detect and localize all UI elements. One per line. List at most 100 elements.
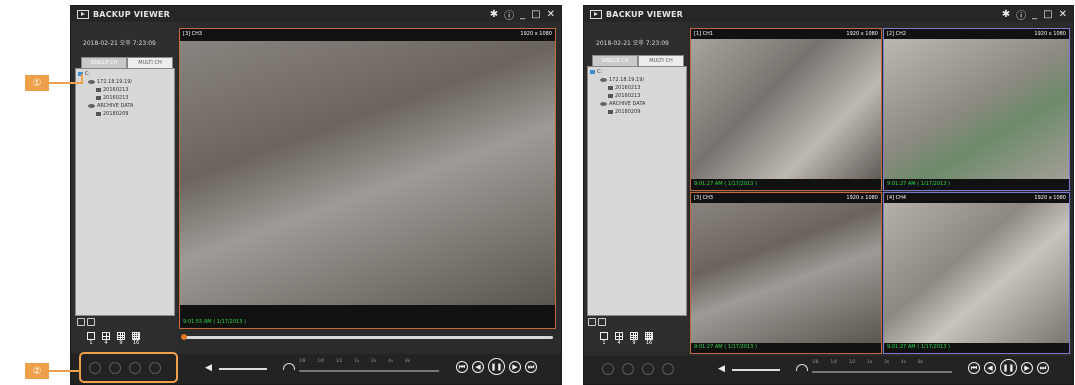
layout-9-button[interactable]: 9 xyxy=(630,332,638,346)
control-bar: ◀ 1/8 1/4 1/2 1x 2x 4x 8x ⏮ ◀ ❚❚ ▶ ⏭ xyxy=(584,356,1073,384)
tree-node-drive[interactable]: C: xyxy=(590,69,602,75)
refresh-icon[interactable] xyxy=(598,318,606,326)
callout-1: ① xyxy=(25,75,49,91)
layout-9-button[interactable]: 9 xyxy=(117,332,125,346)
app-icon xyxy=(77,9,89,19)
volume-icon[interactable]: ◀ xyxy=(718,364,725,374)
timestamp: 9:01:55 AM ( 1/17/2013 ) xyxy=(183,319,246,325)
tree-node-date[interactable]: 20180209 xyxy=(96,111,128,117)
minimize-button[interactable]: _ xyxy=(1032,9,1037,20)
speed-slider[interactable] xyxy=(812,371,952,373)
search-button[interactable] xyxy=(662,363,674,375)
channel-label: [1] CH1 xyxy=(694,31,714,37)
window-title: BACKUP VIEWER xyxy=(606,9,684,19)
archive-icon xyxy=(88,104,95,108)
volume-icon[interactable]: ◀ xyxy=(205,363,212,373)
info-icon[interactable]: ⓘ xyxy=(1016,7,1026,22)
callout-2-highlight xyxy=(79,352,178,383)
tree-node-archive[interactable]: ARCHIVE DATA xyxy=(88,103,133,109)
print-button[interactable] xyxy=(642,363,654,375)
layout-4-icon xyxy=(615,332,623,340)
maximize-button[interactable]: □ xyxy=(1043,9,1052,20)
layout-4-button[interactable]: 4 xyxy=(102,332,110,346)
video-view-ch3[interactable]: [3] CH3 1920 x 1080 9:01:55 AM ( 1/17/20… xyxy=(179,28,556,329)
layout-4-button[interactable]: 4 xyxy=(615,332,623,346)
maximize-button[interactable]: □ xyxy=(531,9,540,20)
date-time: 2018-02-21 오후 7:23:09 xyxy=(83,40,156,47)
tree-node-date[interactable]: 20180209 xyxy=(608,109,640,115)
callout-1-leader-vertical xyxy=(81,74,83,84)
rewind-button[interactable]: ◀ xyxy=(472,361,484,373)
close-button[interactable]: ✕ xyxy=(547,9,555,20)
last-frame-button[interactable]: ⏭ xyxy=(1037,362,1049,374)
layout-1-button[interactable]: 1 xyxy=(600,332,608,346)
first-frame-button[interactable]: ⏮ xyxy=(456,361,468,373)
calendar-icon xyxy=(608,110,613,114)
channel-label: [3] CH3 xyxy=(694,195,714,201)
close-button[interactable]: ✕ xyxy=(1059,9,1067,20)
network-icon xyxy=(600,78,607,82)
file-tree[interactable]: C: 172.18.19.19/ 20160213 20160213 ARCHI… xyxy=(587,66,687,316)
tree-node-date[interactable]: 20160213 xyxy=(608,93,640,99)
zoom-icon[interactable] xyxy=(588,318,596,326)
layout-16-icon xyxy=(645,332,653,340)
video-view-ch3[interactable]: [3] CH3 1920 x 1080 9:01:27 AM ( 1/17/20… xyxy=(690,192,882,354)
sidebar: 2018-02-21 오후 7:23:09 SINGLE CH MULTI CH… xyxy=(584,22,688,352)
video-view-ch2[interactable]: [2] CH2 1920 x 1080 9:01:27 AM ( 1/17/20… xyxy=(883,28,1070,191)
app-icon xyxy=(590,9,602,19)
tree-node-ip[interactable]: 172.18.19.19/ xyxy=(600,77,644,83)
resolution-label: 1920 x 1080 xyxy=(1034,31,1066,37)
folder-icon xyxy=(590,70,595,74)
callout-1-leader xyxy=(49,82,82,84)
resolution-label: 1920 x 1080 xyxy=(846,195,878,201)
tree-node-drive[interactable]: C: xyxy=(78,71,90,77)
pause-button[interactable]: ❚❚ xyxy=(488,358,505,375)
speed-slider[interactable] xyxy=(299,370,439,372)
zoom-icon[interactable] xyxy=(77,318,85,326)
video-view-ch1[interactable]: [1] CH1 1920 x 1080 9:01:27 AM ( 1/17/20… xyxy=(690,28,882,191)
last-frame-button[interactable]: ⏭ xyxy=(525,361,537,373)
play-button[interactable]: ▶ xyxy=(1021,362,1033,374)
timestamp: 9:01:27 AM ( 1/17/2013 ) xyxy=(887,181,950,187)
info-icon[interactable]: ⓘ xyxy=(504,7,514,22)
channel-label: [2] CH2 xyxy=(887,31,907,37)
refresh-icon[interactable] xyxy=(87,318,95,326)
settings-gear-icon[interactable]: ✱ xyxy=(1002,9,1010,20)
timestamp: 9:01:27 AM ( 1/17/2013 ) xyxy=(887,344,950,350)
pause-button[interactable]: ❚❚ xyxy=(1000,359,1017,376)
layout-16-button[interactable]: 16 xyxy=(132,332,140,346)
rewind-button[interactable]: ◀ xyxy=(984,362,996,374)
layout-1-button[interactable]: 1 xyxy=(87,332,95,346)
speed-scale[interactable]: 1/8 1/4 1/2 1x 2x 4x 8x xyxy=(299,358,410,363)
sidebar: 2018-02-21 오후 7:23:09 SINGLE CH MULTI CH… xyxy=(71,22,177,352)
snapshot-button[interactable] xyxy=(602,363,614,375)
video-frame xyxy=(180,41,555,305)
video-frame xyxy=(884,203,1069,343)
layout-1-icon xyxy=(87,332,95,340)
first-frame-button[interactable]: ⏮ xyxy=(968,362,980,374)
tree-node-archive[interactable]: ARCHIVE DATA xyxy=(600,101,645,107)
tree-node-date[interactable]: 20160213 xyxy=(96,87,128,93)
volume-slider[interactable] xyxy=(732,369,780,371)
layout-1-icon xyxy=(600,332,608,340)
layout-9-icon xyxy=(630,332,638,340)
export-button[interactable] xyxy=(622,363,634,375)
window-title: BACKUP VIEWER xyxy=(93,9,171,19)
settings-gear-icon[interactable]: ✱ xyxy=(490,9,498,20)
tree-node-ip[interactable]: 172.18.19.19/ xyxy=(88,79,132,85)
timestamp: 9:01:27 AM ( 1/17/2013 ) xyxy=(694,181,757,187)
tree-node-date[interactable]: 20160213 xyxy=(608,85,640,91)
seek-bar[interactable] xyxy=(181,334,553,340)
resolution-label: 1920 x 1080 xyxy=(1034,195,1066,201)
calendar-icon xyxy=(96,112,101,116)
play-button[interactable]: ▶ xyxy=(509,361,521,373)
speed-scale[interactable]: 1/8 1/4 1/2 1x 2x 4x 8x xyxy=(812,359,923,364)
minimize-button[interactable]: _ xyxy=(520,9,525,20)
layout-16-button[interactable]: 16 xyxy=(645,332,653,346)
file-tree[interactable]: C: 172.18.19.19/ 20160213 20160213 ARCHI… xyxy=(75,68,175,316)
tree-node-date[interactable]: 20160213 xyxy=(96,95,128,101)
callout-2: ② xyxy=(25,363,49,379)
volume-slider[interactable] xyxy=(219,368,267,370)
seek-knob[interactable] xyxy=(181,334,187,340)
video-view-ch4[interactable]: [4] CH4 1920 x 1080 9:01:27 AM ( 1/17/20… xyxy=(883,192,1070,354)
